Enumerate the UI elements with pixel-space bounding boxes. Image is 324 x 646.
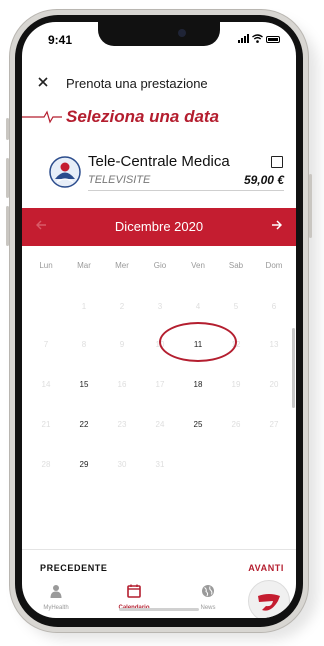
close-icon <box>38 77 48 87</box>
weekday-label: Sab <box>228 261 244 270</box>
front-camera <box>178 29 186 37</box>
service-category: TELEVISITE <box>88 174 151 186</box>
globe-icon <box>202 585 214 597</box>
calendar-day[interactable]: 25 <box>179 420 217 429</box>
calendar-day: 2 <box>119 302 125 311</box>
brand-action-button[interactable] <box>248 580 290 618</box>
calendar-icon <box>127 584 141 598</box>
heartbeat-line-icon <box>22 110 62 124</box>
volume-down-button <box>6 206 9 246</box>
status-time: 9:41 <box>48 33 73 47</box>
calendar-day: 17 <box>155 380 165 389</box>
calendar-day: 24 <box>155 420 165 429</box>
service-checkbox[interactable] <box>271 156 283 168</box>
calendar-day: 3 <box>157 302 163 311</box>
service-name: Tele-Centrale Medica <box>88 153 230 170</box>
power-button <box>309 174 312 238</box>
calendar-day[interactable]: 29 <box>65 460 103 469</box>
calendar-day: 16 <box>117 380 127 389</box>
app-screen: 9:41 Prenota una prestazione Seleziona u… <box>22 22 296 618</box>
month-label: Dicembre 2020 <box>114 219 204 234</box>
calendar-day: 14 <box>41 380 51 389</box>
calendar-day: 30 <box>117 460 127 469</box>
calendar-day: 31 <box>155 460 165 469</box>
month-navigation-bar: Dicembre 2020 <box>22 208 296 246</box>
home-indicator <box>119 608 199 611</box>
section-title: Seleziona una data <box>66 107 220 126</box>
previous-button[interactable]: PRECEDENTE <box>40 563 108 573</box>
service-divider <box>88 190 284 191</box>
next-month-button[interactable] <box>271 217 283 233</box>
calendar-day: 9 <box>119 340 125 349</box>
calendar-day: 27 <box>269 420 279 429</box>
calendar-day: 28 <box>41 460 51 469</box>
calendar-day[interactable]: 22 <box>65 420 103 429</box>
weekday-label: Dom <box>265 261 283 270</box>
calendar-day: 13 <box>269 340 279 349</box>
tab-label: MyHealth <box>43 605 69 611</box>
calendar-day: 5 <box>233 302 239 311</box>
person-icon <box>50 585 62 598</box>
calendar-day: 4 <box>195 302 201 311</box>
page-header-title: Prenota una prestazione <box>66 76 208 91</box>
weekday-label: Mer <box>115 261 129 270</box>
status-icons <box>238 34 280 43</box>
arrow-right-icon <box>272 220 283 230</box>
mute-switch <box>6 118 9 140</box>
weekday-label: Gio <box>153 261 167 270</box>
calendar-day: 21 <box>41 420 51 429</box>
calendar-day: 26 <box>231 420 241 429</box>
service-price: 59,00 € <box>243 173 284 187</box>
close-button[interactable] <box>38 74 48 90</box>
tab-news[interactable]: News <box>178 584 238 611</box>
notch <box>98 22 220 46</box>
footer-divider <box>22 549 296 550</box>
volume-up-button <box>6 158 9 198</box>
calendar-day: 1 <box>81 302 87 311</box>
selected-date-circle <box>159 322 237 362</box>
medical-logo <box>49 156 81 188</box>
tab-myhealth[interactable]: MyHealth <box>26 584 86 611</box>
brand-logo-icon <box>258 594 280 611</box>
calendar-day: 8 <box>81 340 87 349</box>
weekday-label: Mar <box>77 261 91 270</box>
calendar-day[interactable]: 18 <box>179 380 217 389</box>
battery-icon <box>266 36 280 43</box>
weekday-label: Lun <box>39 261 53 270</box>
calendar-day: 20 <box>269 380 279 389</box>
calendar-day: 23 <box>117 420 127 429</box>
next-button[interactable]: AVANTI <box>248 563 284 573</box>
calendar-day: 19 <box>231 380 241 389</box>
scrollbar[interactable] <box>292 328 295 408</box>
tab-calendario[interactable]: Calendario <box>104 584 164 611</box>
calendar-day: 6 <box>271 302 277 311</box>
wifi-icon <box>252 34 263 43</box>
calendar-day: 7 <box>43 340 49 349</box>
weekday-label: Ven <box>191 261 205 270</box>
calendar-day[interactable]: 15 <box>65 380 103 389</box>
signal-icon <box>238 34 249 43</box>
